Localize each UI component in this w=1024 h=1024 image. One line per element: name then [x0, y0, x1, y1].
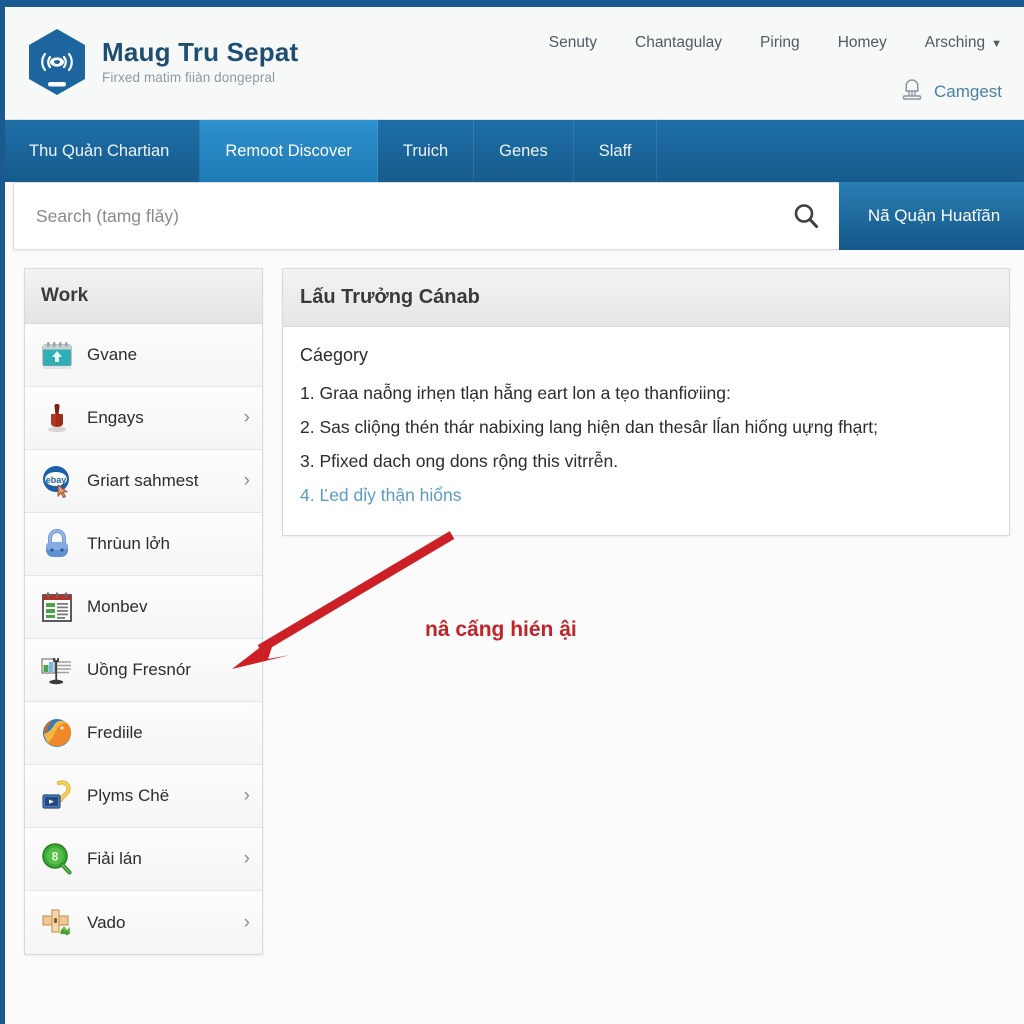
main-nav: Thu Quản Chartian Remoot Discover Truich…	[5, 120, 1024, 182]
step-item-2: 2. Sas cliộng thén thár nabixing lang hi…	[300, 416, 878, 437]
sidebar-item-vado[interactable]: Vado ›	[25, 891, 262, 954]
sidebar-item-label: Fiải lán	[87, 849, 142, 868]
video-ribbon-icon	[40, 779, 74, 813]
site-header: Maug Tru Sepat Firxed matim fiiàn dongep…	[5, 7, 1024, 120]
search-submit-button[interactable]: Nã Quận Huatĩãn	[839, 182, 1024, 250]
brand-text: Maug Tru Sepat Firxed matim fiiàn dongep…	[102, 37, 299, 85]
sidebar-item-thruun-loh[interactable]: Thrùun lởh	[25, 513, 262, 576]
step-item-4-link[interactable]: 4. Ľed dỉy thận hiổns	[300, 479, 991, 513]
sidebar-item-label: Plyms Chë	[87, 786, 170, 805]
user-account[interactable]: Camgest	[899, 77, 1002, 106]
hexagon-signal-icon	[26, 27, 88, 97]
chevron-right-icon: ›	[243, 407, 250, 428]
brand-tagline: Firxed matim fiiàn dongepral	[102, 69, 276, 85]
nav-item-genes[interactable]: Genes	[474, 120, 574, 182]
user-name: Camgest	[933, 81, 1002, 101]
panel-title: Lấu Trưởng Cánab	[283, 269, 1009, 327]
sidebar-item-label: Engays	[87, 408, 144, 427]
search-field	[13, 182, 839, 250]
sidebar-item-fiai-lan[interactable]: 8 Fiải lán ›	[25, 828, 262, 891]
sidebar-item-label: Gvane	[87, 345, 138, 364]
document-stand-icon	[40, 653, 74, 687]
sidebar-item-frediile[interactable]: Frediile	[25, 702, 262, 765]
content-area: Work Gvane Engays › ebay Griart sahmest …	[5, 250, 1024, 955]
sidebar-item-label: Uồng Fresnór	[87, 660, 191, 679]
sidebar: Work Gvane Engays › ebay Griart sahmest …	[24, 268, 263, 955]
ebay-cursor-icon: ebay	[40, 464, 74, 499]
search-input[interactable]	[14, 183, 839, 249]
content-panel: Lấu Trưởng Cánab Cáegory 1. Graa naỗng i…	[282, 268, 1010, 536]
chevron-right-icon: ›	[243, 911, 250, 933]
chevron-right-icon: ›	[243, 785, 250, 806]
chevron-down-icon: ▼	[991, 38, 1002, 50]
svg-text:ebay: ebay	[46, 475, 67, 485]
page-root: Maug Tru Sepat Firxed matim fiiàn dongep…	[0, 0, 1024, 1024]
main-column: Lấu Trưởng Cánab Cáegory 1. Graa naỗng i…	[232, 268, 1010, 669]
step-item-3: 3. Pfixed dach ong dons rộng this vitrrễ…	[300, 450, 619, 471]
category-label: Cáegory	[300, 345, 369, 365]
top-link-chantagulay[interactable]: Chantagulay	[635, 34, 722, 52]
sidebar-item-monbev[interactable]: Monbev	[25, 576, 262, 639]
spreadsheet-icon	[40, 590, 74, 624]
panel-body: Cáegory 1. Graa naỗng irhẹn tlạn hẵng ea…	[283, 327, 1009, 535]
sidebar-title: Work	[25, 269, 262, 324]
green-magnifier-icon: 8	[40, 842, 74, 876]
signpost-icon	[40, 906, 74, 940]
padlock-icon	[40, 527, 74, 561]
search-bar: Nã Quận Huatĩãn	[13, 182, 1024, 250]
chevron-right-icon: ›	[243, 470, 250, 491]
sidebar-item-label: Griart sahmest	[87, 471, 199, 490]
brand-title: Maug Tru Sepat	[102, 37, 299, 68]
sidebar-item-gvane[interactable]: Gvane	[25, 324, 262, 387]
svg-text:8: 8	[52, 850, 59, 864]
sidebar-item-griart-sahmest[interactable]: ebay Griart sahmest ›	[25, 450, 262, 513]
brand[interactable]: Maug Tru Sepat Firxed matim fiiàn dongep…	[26, 27, 298, 97]
top-link-senuty[interactable]: Senuty	[549, 34, 597, 52]
annotation-text: nâ cấng hién ậi	[425, 618, 577, 641]
top-link-arsching[interactable]: Arsching ▼	[925, 34, 1002, 52]
search-icon[interactable]	[791, 201, 821, 231]
header-top-links: Senuty Chantagulay Piring Homey Arsching…	[549, 34, 1002, 52]
sidebar-item-label: Vado	[87, 912, 126, 932]
nav-item-thu-quan-chartian[interactable]: Thu Quản Chartian	[5, 120, 201, 182]
user-avatar-icon	[899, 77, 925, 106]
sidebar-item-label: Monbev	[87, 597, 148, 616]
top-link-arsching-label: Arsching	[924, 34, 986, 51]
nav-item-remoot-discover[interactable]: Remoot Discover	[200, 120, 378, 182]
nav-item-truich[interactable]: Truich	[378, 120, 475, 182]
top-link-piring[interactable]: Piring	[760, 34, 800, 52]
stamp-seal-icon	[40, 401, 74, 435]
steps-list: 1. Graa naỗng irhẹn tlạn hẵng eart lon a…	[300, 377, 991, 513]
sidebar-item-plyms-che[interactable]: Plyms Chë ›	[25, 765, 262, 828]
sidebar-item-uong-fresnor[interactable]: Uồng Fresnór	[25, 639, 262, 702]
calendar-upload-icon	[40, 338, 74, 372]
firefox-icon	[40, 716, 74, 750]
chevron-right-icon: ›	[243, 848, 250, 869]
sidebar-item-engays[interactable]: Engays ›	[25, 387, 262, 450]
nav-item-slaff[interactable]: Slaff	[574, 120, 658, 182]
top-link-homey[interactable]: Homey	[838, 34, 887, 52]
sidebar-item-label: Frediile	[87, 723, 143, 742]
step-item-1: 1. Graa naỗng irhẹn tlạn hẵng eart lon a…	[300, 383, 731, 403]
sidebar-item-label: Thrùun lởh	[87, 534, 170, 553]
